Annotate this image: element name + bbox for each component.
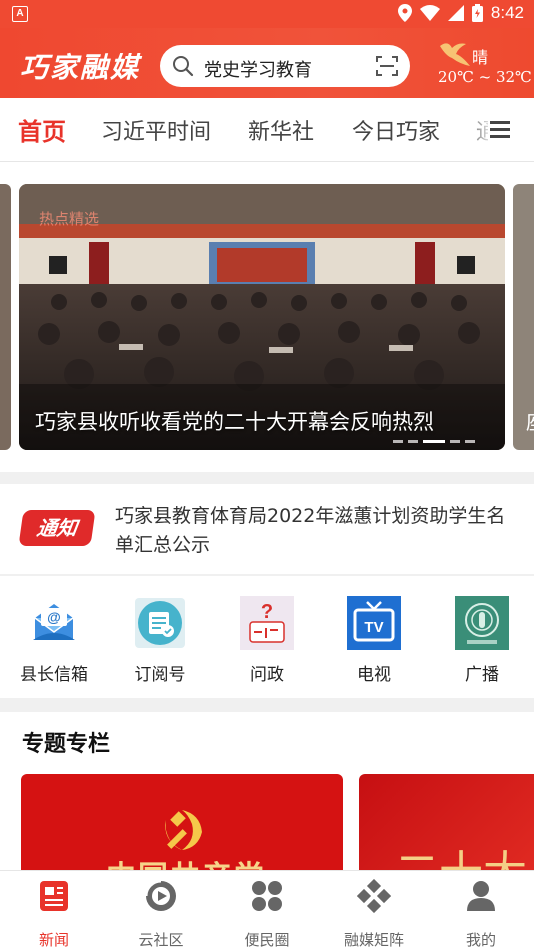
quick-links: @ 县长信箱 订阅号 ? 问政 TV 电视 广播	[0, 576, 534, 698]
quick-link-tv[interactable]: TV 电视	[334, 596, 414, 685]
party-emblem-icon	[165, 810, 202, 850]
banner-next-slide[interactable]: 座	[513, 184, 534, 450]
nav-label: 我的	[465, 931, 496, 949]
quick-link-label: 问政	[250, 665, 284, 685]
scan-icon[interactable]	[376, 55, 398, 77]
tab-home[interactable]: 首页	[18, 112, 66, 147]
section-title: 专题专栏	[22, 732, 111, 757]
quick-link-mailbox[interactable]: @ 县长信箱	[14, 596, 94, 685]
tab-xi-time[interactable]: 习近平时间	[101, 114, 211, 146]
quick-link-radio[interactable]: 广播	[442, 596, 522, 685]
status-bar: A 8:42	[0, 0, 534, 28]
quick-link-subscription[interactable]: 订阅号	[120, 596, 200, 685]
tab-today-qiaojia[interactable]: 今日巧家	[352, 114, 440, 146]
radio-icon	[455, 596, 509, 650]
carousel-dot[interactable]	[408, 440, 418, 443]
location-icon	[397, 4, 412, 22]
services-icon	[252, 881, 282, 911]
search-bar[interactable]: 党史学习教育	[160, 45, 410, 87]
nav-news[interactable]: 新闻	[9, 879, 99, 950]
app-header: 巧家融媒 党史学习教育 晴 20℃ ~ 32℃	[0, 28, 534, 98]
status-icons: 8:42	[397, 3, 524, 23]
notice-text[interactable]: 巧家县教育体育局2022年滋蕙计划资助学生名单汇总公示	[115, 502, 515, 560]
cloud-community-icon	[144, 879, 176, 911]
carousel-dot[interactable]	[465, 440, 475, 443]
quick-link-inquiry[interactable]: ? 问政	[227, 596, 307, 685]
mailbox-icon: @	[33, 604, 75, 640]
carousel-dot[interactable]	[450, 440, 460, 443]
channel-tabs: 首页 习近平时间 新华社 今日巧家 通	[0, 98, 534, 162]
carousel-dot[interactable]	[393, 440, 403, 443]
special-topics-section: 专题专栏 中国共产党 二十大	[0, 712, 534, 872]
quick-link-label: 县长信箱	[20, 665, 88, 685]
banner-carousel: 热点精选 巧家县收听收看党的二十大开幕会反响热烈 座	[0, 162, 534, 472]
quick-link-label: 电视	[357, 665, 391, 685]
wifi-icon	[419, 5, 440, 21]
inquiry-icon: ?	[240, 596, 294, 650]
banner-prev-slide[interactable]	[0, 184, 11, 450]
next-slide-caption: 座	[526, 406, 534, 435]
battery-icon	[471, 4, 483, 22]
nav-label: 新闻	[38, 931, 69, 949]
nav-media-matrix[interactable]: 融媒矩阵	[329, 878, 419, 950]
nav-label: 便民圈	[244, 931, 290, 949]
quick-link-label: 订阅号	[134, 665, 186, 685]
carousel-indicator	[393, 440, 475, 443]
nav-label: 融媒矩阵	[343, 931, 404, 949]
topic-card-title: 二十大	[395, 836, 527, 872]
topic-card-congress[interactable]: 二十大	[359, 774, 534, 872]
app-logo: 巧家融媒	[20, 51, 141, 84]
channel-menu-button[interactable]	[488, 98, 534, 161]
quick-link-label: 广播	[465, 665, 499, 685]
banner-tag: 热点精选	[39, 210, 100, 228]
carousel-dot-active[interactable]	[423, 440, 445, 443]
profile-icon	[467, 881, 495, 911]
svg-text:TV: TV	[364, 619, 383, 636]
topic-card-title: 中国共产党	[106, 852, 266, 872]
clock: 8:42	[490, 3, 524, 22]
tv-icon: TV	[347, 596, 401, 650]
weather-widget[interactable]: 晴 20℃ ~ 32℃	[436, 38, 532, 93]
weather-temperature: 20℃ ~ 32℃	[438, 68, 532, 86]
matrix-icon	[356, 878, 392, 914]
signal-icon	[447, 5, 464, 21]
nav-profile[interactable]: 我的	[436, 879, 526, 950]
svg-text:?: ?	[261, 601, 273, 623]
search-input[interactable]: 党史学习教育	[204, 56, 312, 82]
tab-xinhua[interactable]: 新华社	[248, 114, 314, 146]
nav-label: 云社区	[138, 931, 184, 949]
news-icon	[40, 881, 68, 911]
notice-bar[interactable]: 通知 巧家县教育体育局2022年滋蕙计划资助学生名单汇总公示	[0, 484, 534, 574]
bottom-navigation: 新闻 云社区 便民圈 融媒矩阵 我的	[0, 870, 534, 950]
search-icon	[173, 56, 194, 77]
svg-text:@: @	[47, 609, 61, 625]
banner-slide[interactable]: 热点精选 巧家县收听收看党的二十大开幕会反响热烈	[19, 184, 505, 450]
notice-badge: 通知	[18, 510, 96, 546]
nav-cloud-community[interactable]: 云社区	[116, 879, 206, 950]
weather-condition: 晴	[472, 48, 489, 67]
banner-caption: 巧家县收听收看党的二十大开幕会反响热烈	[35, 410, 434, 434]
notification-icon: A	[12, 6, 28, 22]
subscription-icon	[135, 598, 185, 648]
nav-services[interactable]: 便民圈	[222, 879, 312, 950]
topic-card-party[interactable]: 中国共产党	[21, 774, 343, 872]
